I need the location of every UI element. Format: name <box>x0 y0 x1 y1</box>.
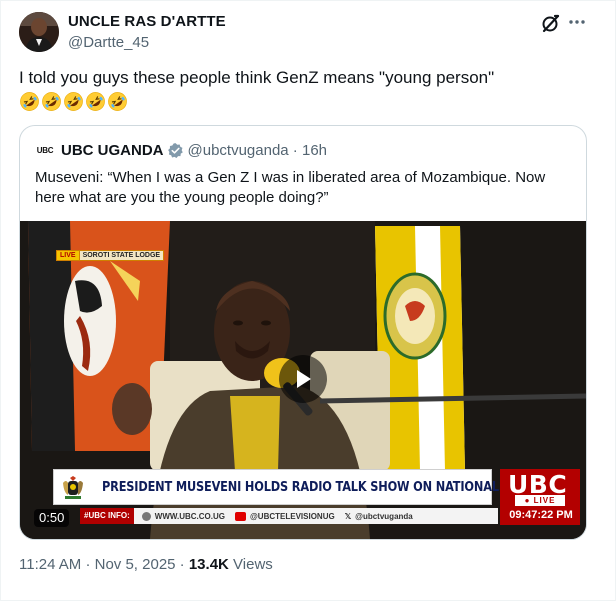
rolling-on-floor-laughing-emoji <box>64 92 83 111</box>
globe-icon <box>141 511 151 521</box>
uganda-coat-of-arms-icon <box>63 476 83 499</box>
video-duration: 0:50 <box>34 509 70 527</box>
ticker-youtube-text: @UBCTELEVISIONUG <box>250 511 335 521</box>
ticker-item-youtube: @UBCTELEVISIONUG <box>235 511 335 521</box>
ticker-item-website: WWW.UBC.CO.UG <box>141 511 225 521</box>
tweet-text: I told you guys these people think GenZ … <box>19 68 495 87</box>
quoted-tweet[interactable]: UBC UBC UGANDA @ubctvuganda · 16h Museve… <box>19 125 587 540</box>
views-count: 13.4K <box>188 556 229 573</box>
ticker-website-text: WWW.UBC.CO.UG <box>154 511 225 521</box>
play-icon <box>297 370 311 388</box>
location-tag-text: SOROTI STATE LODGE <box>79 250 165 261</box>
youtube-icon <box>235 511 246 521</box>
tweet-time[interactable]: 11:24 AM <box>19 556 81 573</box>
broadcast-clock: 09:47:22 PM <box>509 509 573 521</box>
views-label: Views <box>233 556 273 573</box>
tweet-emoji-row <box>19 91 128 113</box>
tweet-date[interactable]: Nov 5, 2025 <box>95 556 176 573</box>
ticker-label: #UBC INFO: <box>80 508 134 524</box>
avatar-image <box>19 12 59 52</box>
tweet-card: UNCLE RAS D'ARTTE @Dartte_45 I told you … <box>0 0 616 601</box>
quoted-author-handle[interactable]: @ubctvuganda <box>188 142 289 159</box>
author-avatar[interactable] <box>19 12 59 52</box>
news-headline-bar: PRESIDENT MUSEVENI HOLDS RADIO TALK SHOW… <box>53 469 547 505</box>
news-ticker: #UBC INFO: WWW.UBC.CO.UG @UBCTELEVISIONU… <box>80 508 498 524</box>
tweet-metadata: 11:24 AM · Nov 5, 2025 · 13.4K Views <box>19 556 273 573</box>
ubc-channel-box: UBC ● LIVE 09:47:22 PM <box>500 469 580 525</box>
separator-dot: · <box>288 141 302 159</box>
author-name[interactable]: UNCLE RAS D'ARTTE <box>68 12 226 31</box>
quoted-tweet-time[interactable]: 16h <box>302 142 327 159</box>
x-logo-icon: 𝕏 <box>344 511 352 521</box>
ticker-item-x: 𝕏 @ubctvuganda <box>345 512 413 521</box>
ubc-avatar[interactable]: UBC <box>35 140 55 160</box>
video-player[interactable]: LIVE SOROTI STATE LODGE PRESIDENT MUSEVE… <box>20 221 586 539</box>
quoted-tweet-header: UBC UBC UGANDA @ubctvuganda · 16h <box>35 140 327 160</box>
rolling-on-floor-laughing-emoji <box>42 92 61 111</box>
live-location-tag: LIVE SOROTI STATE LODGE <box>56 250 165 261</box>
author-info: UNCLE RAS D'ARTTE @Dartte_45 <box>68 12 226 53</box>
quoted-tweet-text: Museveni: “When I was a Gen Z I was in l… <box>35 169 546 206</box>
news-headline: PRESIDENT MUSEVENI HOLDS RADIO TALK SHOW… <box>102 479 547 495</box>
live-tag-text: LIVE <box>56 250 80 261</box>
separator-dot: · <box>85 556 95 573</box>
separator-dot: · <box>179 556 189 573</box>
verified-badge-icon <box>167 142 183 158</box>
ubc-live-badge: ● LIVE <box>515 495 565 506</box>
quoted-author-name[interactable]: UBC UGANDA <box>61 142 164 159</box>
rolling-on-floor-laughing-emoji <box>108 92 127 111</box>
rolling-on-floor-laughing-emoji <box>20 92 39 111</box>
rolling-on-floor-laughing-emoji <box>86 92 105 111</box>
author-handle[interactable]: @Dartte_45 <box>68 33 226 53</box>
grok-icon[interactable] <box>540 12 562 34</box>
play-button[interactable] <box>279 355 327 403</box>
ticker-x-text: @ubctvuganda <box>355 511 413 521</box>
more-options-icon[interactable] <box>567 12 587 32</box>
